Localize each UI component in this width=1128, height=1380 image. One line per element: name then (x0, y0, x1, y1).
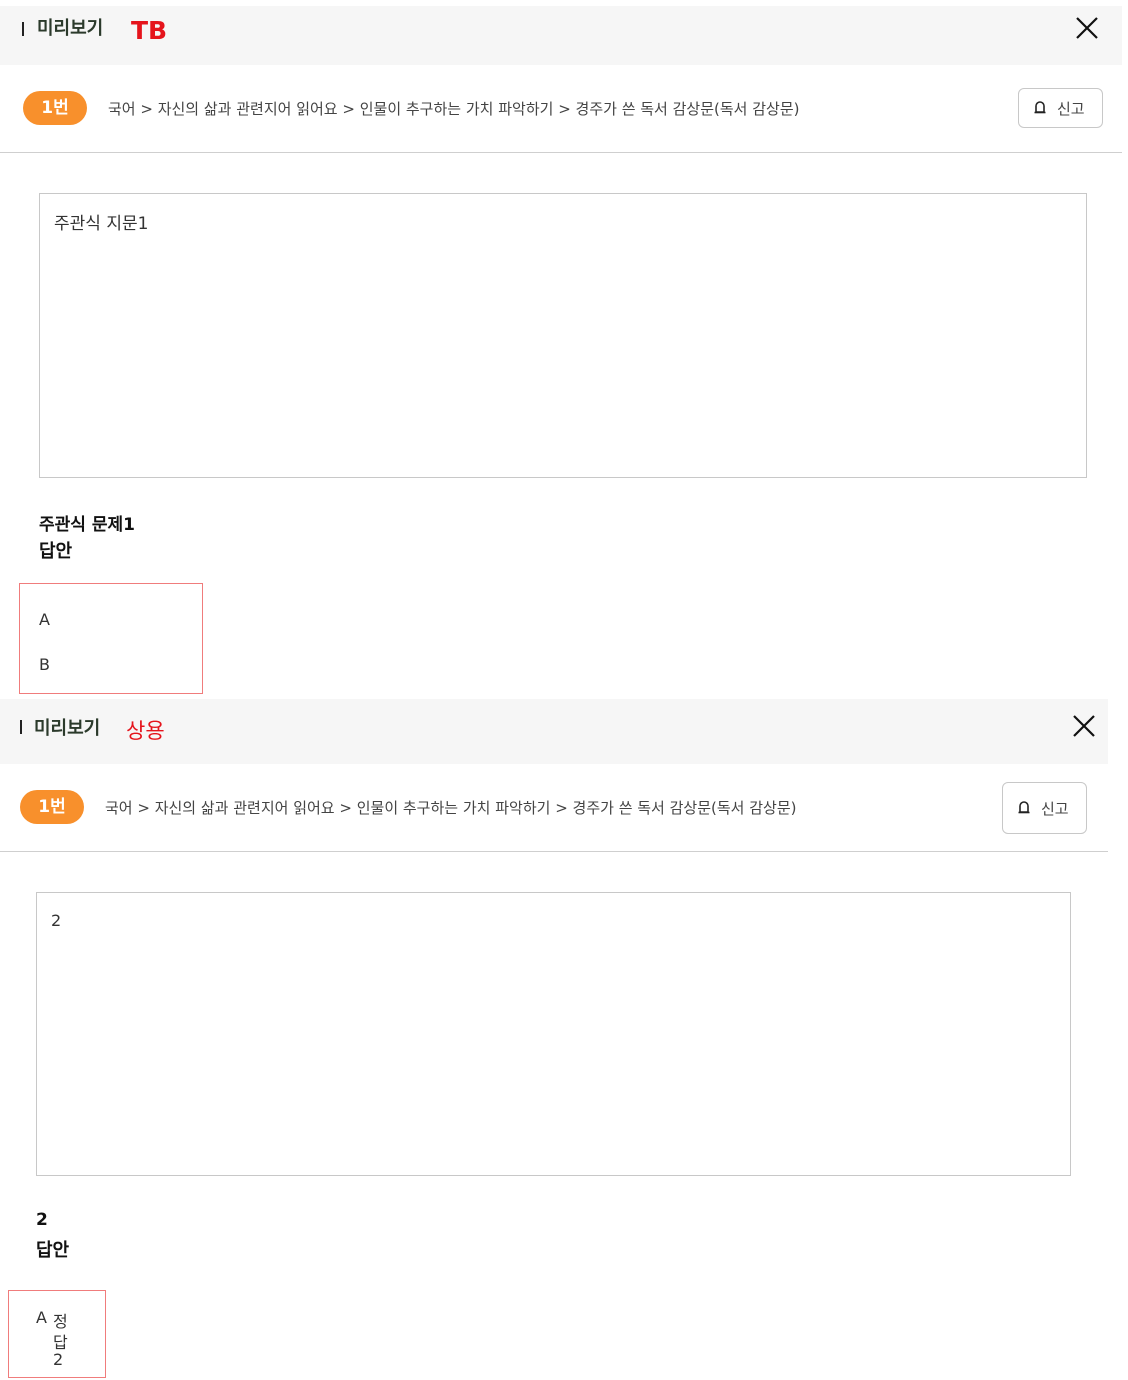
answer-option[interactable]: B (39, 655, 50, 674)
passage-box: 2 (36, 892, 1071, 1176)
answer-title: 답안 (36, 1240, 70, 1261)
answer-option-text: 2 (53, 1350, 64, 1369)
bottom-env-tag: 상용 (126, 719, 165, 743)
top-preview-title: 미리보기 (37, 18, 104, 39)
bell-icon (1034, 101, 1046, 114)
passage-text: 주관식 지문1 (54, 214, 149, 234)
title-bar-marker (22, 22, 24, 36)
bottom-header: 미리보기 상용 (0, 699, 1108, 764)
answer-option[interactable]: A (39, 610, 50, 629)
report-button[interactable]: 신고 (1002, 782, 1087, 834)
report-label: 신고 (1041, 800, 1069, 818)
answer-option-letter: A (36, 1308, 47, 1327)
close-icon[interactable] (1071, 713, 1097, 739)
bottom-preview-title: 미리보기 (34, 718, 101, 739)
passage-box: 주관식 지문1 (39, 193, 1087, 478)
question-number-badge: 1번 (20, 790, 84, 824)
answer-options-box: A B (19, 583, 203, 694)
breadcrumb: 국어 > 자신의 삶과 관련지어 읽어요 > 인물이 추구하는 가치 파악하기 … (105, 799, 797, 817)
question-text: 주관식 문제1 (39, 515, 135, 535)
answer-title: 답안 (39, 541, 73, 562)
question-number-badge: 1번 (23, 91, 87, 125)
breadcrumb: 국어 > 자신의 삶과 관련지어 읽어요 > 인물이 추구하는 가치 파악하기 … (108, 100, 800, 118)
answer-options-box: A 정 답 2 (8, 1290, 106, 1378)
passage-text: 2 (51, 911, 62, 930)
bell-icon (1018, 801, 1030, 814)
question-text: 2 (36, 1210, 48, 1230)
title-bar-marker (20, 720, 22, 734)
report-button[interactable]: 신고 (1018, 88, 1103, 128)
close-icon[interactable] (1074, 15, 1100, 41)
report-label: 신고 (1057, 100, 1085, 118)
top-header: 미리보기 TB (0, 6, 1122, 65)
top-env-tag: TB (131, 16, 168, 45)
top-divider (0, 152, 1122, 153)
bottom-divider (0, 851, 1108, 852)
